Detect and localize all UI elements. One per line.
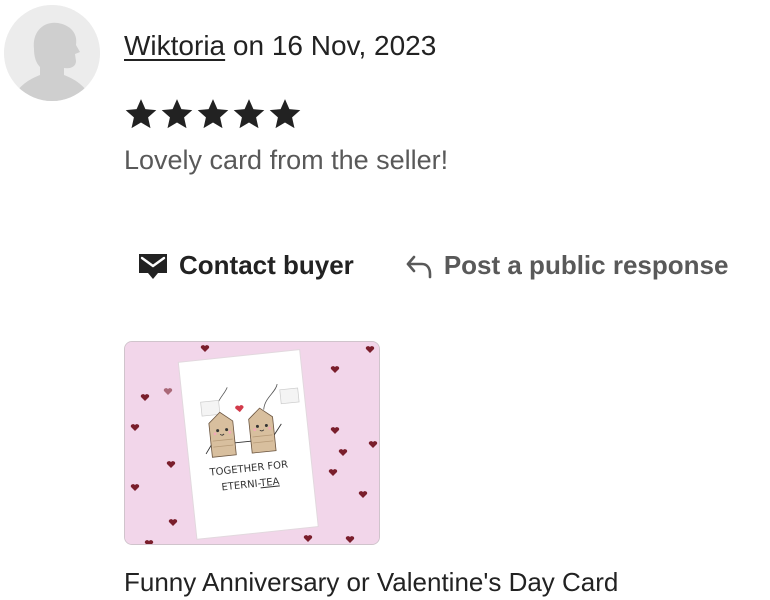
review-card: Wiktoria on 16 Nov, 2023 Lovely card fro…: [0, 0, 770, 600]
contact-buyer-label: Contact buyer: [179, 250, 354, 280]
reply-arrow-icon: [406, 255, 432, 278]
user-silhouette-icon: [4, 5, 100, 101]
star-rating: [124, 97, 302, 131]
post-public-response-button[interactable]: Post a public response: [404, 250, 729, 281]
review-date: on 16 Nov, 2023: [225, 30, 437, 61]
review-text: Lovely card from the seller!: [124, 145, 449, 175]
product-thumbnail[interactable]: TOGETHER FOR ETERNI-TEA: [124, 341, 380, 545]
contact-buyer-button[interactable]: Contact buyer: [137, 250, 354, 281]
star-icon: [233, 99, 265, 129]
star-icon: [125, 99, 157, 129]
card-text-tea: TEA: [259, 476, 280, 489]
envelope-icon: [139, 253, 167, 279]
star-icon: [161, 99, 193, 129]
post-public-response-label: Post a public response: [443, 250, 729, 280]
product-title-link[interactable]: Funny Anniversary or Valentine's Day Car…: [124, 567, 618, 598]
review-actions: Contact buyer Post a public response: [137, 250, 728, 281]
greeting-card: TOGETHER FOR ETERNI-TEA: [177, 349, 319, 540]
reviewer-name-link[interactable]: Wiktoria: [124, 30, 225, 61]
product-image: TOGETHER FOR ETERNI-TEA: [125, 342, 379, 544]
star-icon: [197, 99, 229, 129]
star-icon: [269, 99, 301, 129]
avatar: [4, 5, 100, 101]
review-byline: Wiktoria on 16 Nov, 2023: [124, 30, 436, 62]
